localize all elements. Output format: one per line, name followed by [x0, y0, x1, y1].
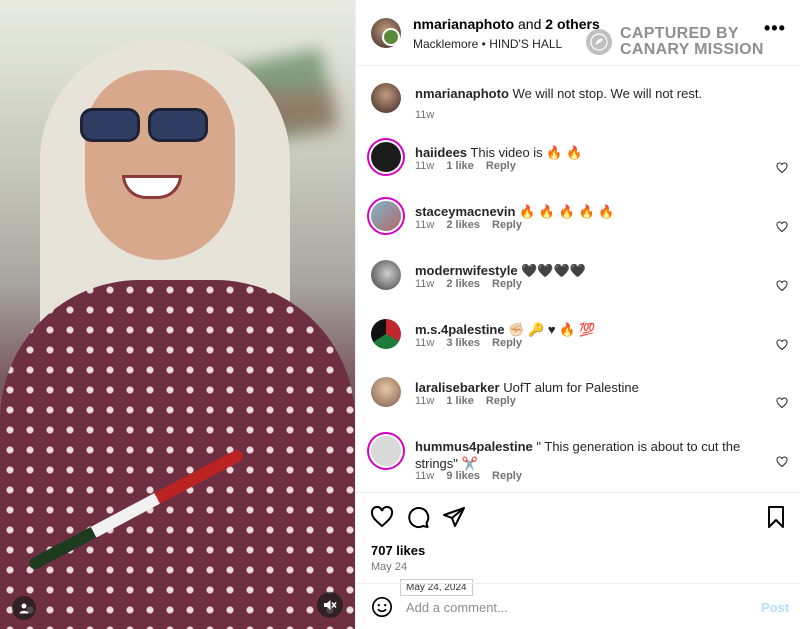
comment-username[interactable]: haiidees — [415, 145, 467, 160]
comment-row: hummus4palestine " This generation is ab… — [356, 426, 800, 490]
post-video[interactable] — [0, 0, 355, 629]
comment-time[interactable]: 11w — [415, 395, 434, 407]
comment-avatar[interactable] — [371, 319, 401, 349]
person-clothing — [0, 280, 355, 629]
watermark-line-2: CANARY MISSION — [620, 41, 764, 58]
more-options-icon[interactable]: ••• — [764, 18, 786, 39]
caption-avatar[interactable] — [371, 83, 401, 113]
caption-meta: 11w — [415, 109, 434, 121]
comment-likes[interactable]: 9 likes — [446, 470, 480, 482]
comment-avatar[interactable] — [371, 436, 401, 466]
comment-row: staceymacnevin 🔥 🔥 🔥 🔥 🔥 11w 2 likes Rep… — [356, 191, 800, 249]
audio-track[interactable]: Macklemore • HIND'S HALL — [413, 37, 562, 51]
post-header: nmarianaphoto and 2 others Macklemore • … — [356, 0, 800, 66]
post-date[interactable]: May 24 — [371, 561, 407, 573]
comment-text: ✊🏻 🔑 ♥ 🔥 💯 — [508, 322, 596, 337]
comment-text: This video is 🔥 🔥 — [470, 145, 583, 160]
comment-likes[interactable]: 2 likes — [446, 278, 480, 290]
comment-time[interactable]: 11w — [415, 219, 434, 231]
comment-likes[interactable]: 1 like — [446, 395, 474, 407]
comments-list: nmarianaphoto We will not stop. We will … — [356, 67, 800, 492]
caption-username[interactable]: nmarianaphoto — [415, 86, 509, 101]
like-heart-icon[interactable] — [776, 221, 788, 233]
save-bookmark-icon[interactable] — [764, 505, 788, 529]
caption-body: We will not stop. We will not rest. — [512, 86, 703, 101]
comment-avatar[interactable] — [371, 260, 401, 290]
like-heart-icon[interactable] — [776, 280, 788, 292]
comment-username[interactable]: staceymacnevin — [415, 204, 515, 219]
reply-button[interactable]: Reply — [486, 160, 516, 172]
watermark: CAPTURED BY CANARY MISSION — [586, 26, 764, 58]
comment-text: 🖤🖤🖤🖤 — [521, 263, 586, 278]
comment-likes[interactable]: 1 like — [446, 160, 474, 172]
comment-avatar[interactable] — [371, 142, 401, 172]
comment-avatar[interactable] — [371, 377, 401, 407]
comment-time[interactable]: 11w — [415, 470, 434, 482]
post-details-panel: nmarianaphoto and 2 others Macklemore • … — [355, 0, 800, 629]
comment-username[interactable]: laralisebarker — [415, 380, 500, 395]
comment-row: modernwifestyle 🖤🖤🖤🖤 11w 2 likes Reply — [356, 250, 800, 308]
reply-button[interactable]: Reply — [492, 470, 522, 482]
user-icon — [19, 603, 29, 614]
reply-button[interactable]: Reply — [486, 395, 516, 407]
comment-username[interactable]: modernwifestyle — [415, 263, 518, 278]
author-username[interactable]: nmarianaphoto — [413, 16, 514, 32]
comment-likes[interactable]: 3 likes — [446, 337, 480, 349]
sunglasses — [80, 108, 210, 144]
comment-text: UofT alum for Palestine — [503, 380, 639, 395]
like-heart-icon[interactable] — [776, 162, 788, 174]
share-paper-plane-icon[interactable] — [442, 505, 466, 529]
like-heart-icon[interactable] — [776, 397, 788, 409]
reply-button[interactable]: Reply — [492, 337, 522, 349]
comment-username[interactable]: m.s.4palestine — [415, 322, 505, 337]
comment-row: m.s.4palestine ✊🏻 🔑 ♥ 🔥 💯 11w 3 likes Re… — [356, 309, 800, 367]
emoji-icon[interactable] — [371, 596, 393, 618]
mute-button[interactable] — [317, 592, 343, 618]
comment-text: 🔥 🔥 🔥 🔥 🔥 — [519, 204, 615, 219]
comment-username[interactable]: hummus4palestine — [415, 439, 533, 454]
comment-avatar[interactable] — [371, 201, 401, 231]
reply-button[interactable]: Reply — [492, 278, 522, 290]
reply-button[interactable]: Reply — [492, 219, 522, 231]
comment-time[interactable]: 11w — [415, 337, 434, 349]
caption-text: nmarianaphoto We will not stop. We will … — [415, 85, 775, 102]
watermark-line-1: CAPTURED BY — [620, 25, 739, 42]
comment-row: haiidees This video is 🔥 🔥 11w 1 like Re… — [356, 132, 800, 190]
like-heart-icon[interactable] — [776, 456, 788, 468]
post-actions: 707 likes May 24 May 24, 2024 — [356, 492, 800, 596]
comment-input[interactable] — [406, 596, 736, 618]
like-heart-icon[interactable] — [776, 339, 788, 351]
collaborator-avatar[interactable] — [382, 28, 400, 46]
canary-seal-icon — [586, 29, 612, 55]
post-authors: nmarianaphoto and 2 others — [413, 16, 600, 32]
post-button[interactable]: Post — [761, 600, 789, 615]
likes-count[interactable]: 707 likes — [371, 543, 425, 558]
comment-row: laralisebarker UofT alum for Palestine 1… — [356, 367, 800, 425]
and-text: and — [518, 16, 542, 32]
caption: nmarianaphoto We will not stop. We will … — [356, 73, 800, 131]
comment-time[interactable]: 11w — [415, 278, 434, 290]
person-face — [85, 70, 235, 260]
comment-likes[interactable]: 2 likes — [446, 219, 480, 231]
like-heart-icon[interactable] — [370, 505, 394, 529]
comment-bubble-icon[interactable] — [406, 505, 430, 529]
tagged-users-button[interactable] — [12, 596, 36, 620]
add-comment-bar: Post — [356, 583, 800, 629]
comment-time[interactable]: 11w — [415, 160, 434, 172]
caption-time[interactable]: 11w — [415, 109, 434, 121]
muted-speaker-icon — [324, 600, 337, 610]
